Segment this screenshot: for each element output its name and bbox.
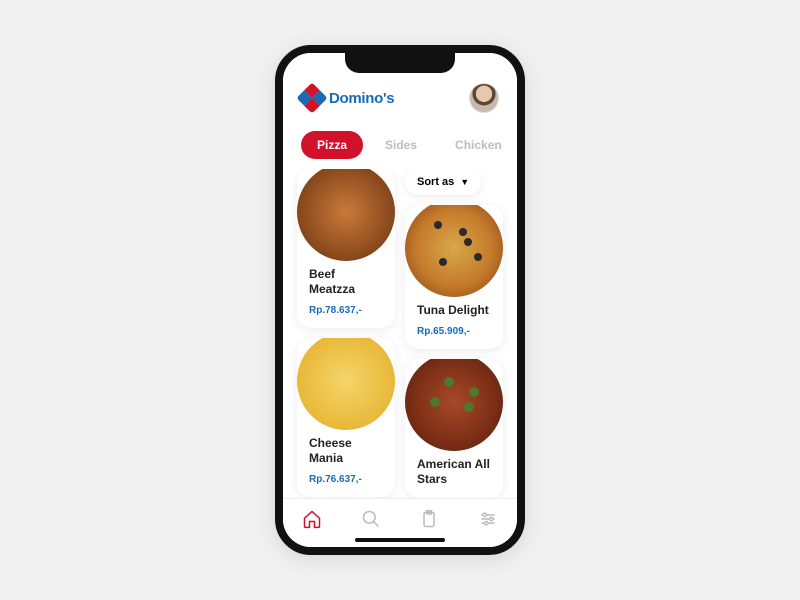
dominos-logo-icon <box>296 82 327 113</box>
product-name: Tuna Delight <box>417 303 491 318</box>
grid-col-left: Beef Meatzza Rp.78.637,- Cheese Mania Rp… <box>297 169 395 498</box>
sort-button[interactable]: Sort as ▼ <box>405 169 481 195</box>
product-price: Rp.78.637,- <box>309 305 383 316</box>
nav-settings[interactable] <box>478 509 498 529</box>
brand-name: Domino's <box>329 90 394 107</box>
product-name: Beef Meatzza <box>309 267 383 297</box>
product-card[interactable]: Beef Meatzza Rp.78.637,- <box>297 169 395 328</box>
chevron-down-icon: ▼ <box>460 177 469 187</box>
clipboard-icon <box>419 509 439 529</box>
phone-frame: Domino's Pizza Sides Chicken Desserts Be… <box>275 45 525 555</box>
nav-home[interactable] <box>302 509 322 529</box>
notch <box>345 53 455 73</box>
product-grid: Beef Meatzza Rp.78.637,- Cheese Mania Rp… <box>283 169 517 498</box>
tab-pizza[interactable]: Pizza <box>301 131 363 159</box>
product-image <box>405 359 503 451</box>
product-name: American All Stars <box>417 457 491 487</box>
nav-search[interactable] <box>361 509 381 529</box>
product-price: Rp.65.909,- <box>417 326 491 337</box>
avatar[interactable] <box>469 83 499 113</box>
nav-orders[interactable] <box>419 509 439 529</box>
search-icon <box>361 509 381 529</box>
product-card[interactable]: Cheese Mania Rp.76.637,- <box>297 338 395 497</box>
product-card[interactable]: Tuna Delight Rp.65.909,- <box>405 205 503 349</box>
product-image <box>297 169 395 261</box>
product-image <box>405 205 503 297</box>
brand[interactable]: Domino's <box>301 87 394 109</box>
product-name: Cheese Mania <box>309 436 383 466</box>
home-icon <box>302 509 322 529</box>
category-tabs: Pizza Sides Chicken Desserts <box>283 123 517 169</box>
tab-sides[interactable]: Sides <box>369 131 433 159</box>
grid-col-right: Sort as ▼ Tuna Delight Rp.65.909,- <box>405 169 503 498</box>
sliders-icon <box>478 509 498 529</box>
product-image <box>297 338 395 430</box>
tab-chicken[interactable]: Chicken <box>439 131 517 159</box>
sort-label: Sort as <box>417 176 454 188</box>
app-screen: Domino's Pizza Sides Chicken Desserts Be… <box>283 53 517 547</box>
home-indicator <box>355 538 445 542</box>
product-card[interactable]: American All Stars <box>405 359 503 499</box>
product-price: Rp.76.637,- <box>309 474 383 485</box>
